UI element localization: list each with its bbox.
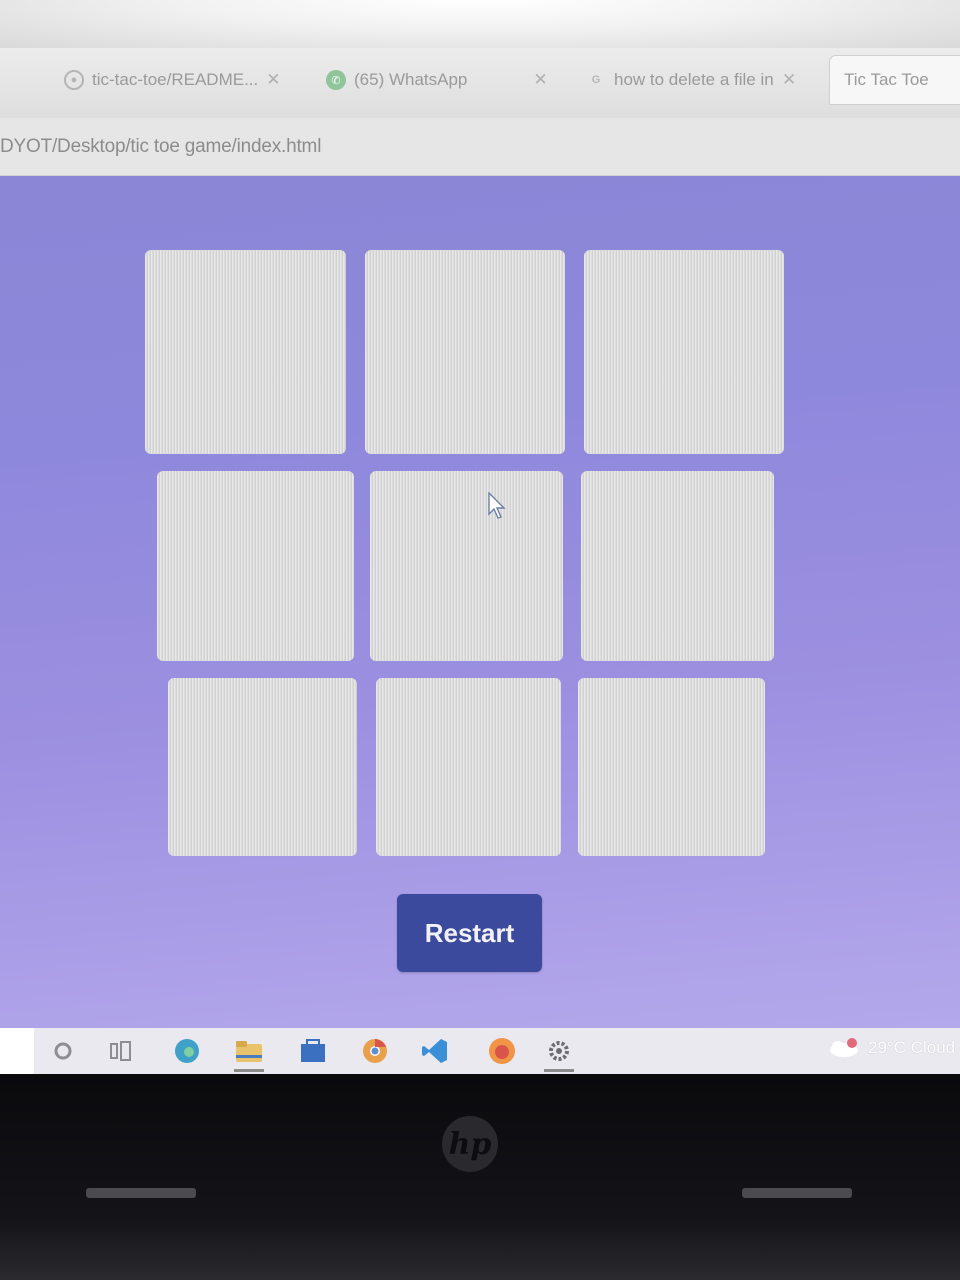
cell-7[interactable] [168,678,357,856]
vscode-icon[interactable] [420,1036,450,1066]
edge-icon[interactable] [172,1036,202,1066]
tab-google-search[interactable]: G how to delete a file in ✕ [586,60,812,100]
tab-label: Tic Tac Toe [844,70,929,89]
browser-tab-strip: ● tic-tac-toe/README... ✕ ✆ (65) WhatsAp… [0,48,960,118]
cell-8[interactable] [376,678,561,856]
cell-4[interactable] [157,471,354,661]
cell-2[interactable] [365,250,565,454]
screen-glare [0,0,960,48]
weather-widget[interactable]: 29°C Cloud [826,1038,955,1058]
cell-6[interactable] [581,471,774,661]
address-bar[interactable]: DYOT/Desktop/tic toe game/index.html [0,118,960,176]
page-viewport: Restart [0,176,960,1028]
active-indicator [544,1069,574,1072]
google-icon: G [591,74,601,86]
bezel-foot-left [86,1188,196,1198]
bezel-foot-right [742,1188,852,1198]
chrome-icon[interactable] [360,1036,390,1066]
tab-label: (65) WhatsApp [354,70,468,89]
close-icon[interactable]: ✕ [266,70,280,90]
url-text: DYOT/Desktop/tic toe game/index.html [0,135,322,157]
tab-label: how to delete a file in [614,70,774,89]
laptop-bezel [0,1074,960,1280]
settings-icon[interactable] [544,1036,574,1072]
cell-5[interactable] [370,471,563,661]
github-icon: ● [64,70,84,90]
tab-label: tic-tac-toe/README... [92,70,259,89]
tab-github-readme[interactable]: ● tic-tac-toe/README... ✕ [64,60,294,100]
close-icon[interactable]: ✕ [782,70,796,90]
cell-1[interactable] [145,250,346,454]
taskbar-edge [0,1028,34,1074]
hp-logo-icon: hp [442,1116,498,1172]
mouse-pointer-icon [488,492,506,519]
firefox-icon[interactable] [480,1036,524,1066]
whatsapp-icon: ✆ [326,70,346,90]
file-explorer-icon[interactable] [234,1036,264,1072]
taskbar: 29°C Cloud [0,1028,960,1074]
cloud-icon [830,1038,858,1057]
cell-3[interactable] [584,250,784,454]
weather-text: 29°C Cloud [868,1038,956,1057]
store-icon[interactable] [298,1036,328,1066]
cell-9[interactable] [578,678,765,856]
close-icon[interactable]: ✕ [533,70,547,90]
cortana-icon[interactable] [48,1036,78,1066]
active-indicator [234,1069,264,1072]
tab-whatsapp[interactable]: ✆ (65) WhatsApp ✕ [326,60,556,100]
tab-tic-tac-toe[interactable]: Tic Tac Toe [830,56,960,104]
task-view-icon[interactable] [106,1036,136,1066]
restart-button[interactable]: Restart [397,894,542,972]
